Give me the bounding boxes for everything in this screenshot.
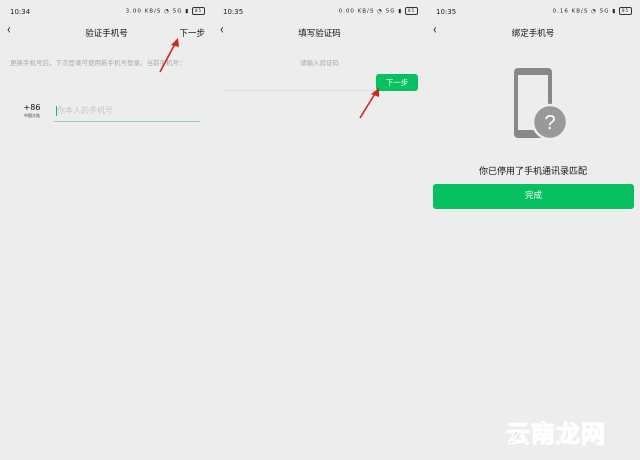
status-icons: 3.00 KB/S ◔ 5G ▮ 85 bbox=[126, 7, 205, 15]
wifi-icon: ◔ bbox=[591, 8, 597, 15]
status-bar: 10:34 3.00 KB/S ◔ 5G ▮ 85 bbox=[0, 0, 213, 22]
wifi-icon: ◔ bbox=[164, 8, 170, 15]
net-speed: 3.00 KB/S bbox=[125, 8, 162, 15]
signal-icon: ▮ bbox=[612, 8, 617, 15]
signal-label: 5G bbox=[172, 8, 183, 15]
net-speed: 0.16 KB/S bbox=[552, 8, 589, 15]
bind-phone-screen: 10:35 0.16 KB/S ◔ 5G ▮ 85 ‹ 绑定手机号 ? 你已停用… bbox=[426, 0, 640, 460]
text-caret bbox=[56, 106, 57, 116]
signal-icon: ▮ bbox=[185, 8, 190, 15]
next-step-button[interactable]: 下一步 bbox=[376, 74, 418, 91]
net-speed: 0.00 KB/S bbox=[338, 8, 375, 15]
country-code-selector[interactable]: +86 中国大陆 bbox=[22, 103, 42, 119]
battery-icon: 85 bbox=[619, 7, 632, 15]
status-icons: 0.16 KB/S ◔ 5G ▮ 85 bbox=[553, 7, 632, 15]
status-icons: 0.00 KB/S ◔ 5G ▮ 85 bbox=[339, 7, 418, 15]
verify-phone-screen: 10:34 3.00 KB/S ◔ 5G ▮ 85 ‹ 验证手机号 下一步 更换… bbox=[0, 0, 213, 460]
code-input[interactable]: 请输入验证码 bbox=[213, 57, 426, 67]
signal-label: 5G bbox=[385, 8, 396, 15]
status-bar: 10:35 0.16 KB/S ◔ 5G ▮ 85 bbox=[426, 0, 640, 22]
signal-label: 5G bbox=[599, 8, 610, 15]
hint-text: 更换手机号后，下次登录可使用新手机号登录。当前手机号： bbox=[10, 59, 186, 67]
status-time: 10:35 bbox=[436, 8, 457, 16]
phone-question-icon: ? bbox=[514, 68, 569, 141]
wifi-icon: ◔ bbox=[377, 8, 383, 15]
battery-icon: 85 bbox=[405, 7, 418, 15]
question-mark: ? bbox=[544, 112, 555, 134]
nav-bar: ‹ 填写验证码 bbox=[213, 22, 426, 44]
phone-input[interactable]: 你本人的手机号 bbox=[54, 102, 200, 122]
battery-icon: 85 bbox=[192, 7, 205, 15]
status-time: 10:35 bbox=[223, 8, 244, 16]
enter-code-screen: 10:35 0.00 KB/S ◔ 5G ▮ 85 ‹ 填写验证码 请输入验证码… bbox=[213, 0, 426, 460]
phone-placeholder: 你本人的手机号 bbox=[57, 106, 113, 115]
status-bar: 10:35 0.00 KB/S ◔ 5G ▮ 85 bbox=[213, 0, 426, 22]
next-step-link[interactable]: 下一步 bbox=[179, 27, 205, 39]
nav-bar: ‹ 绑定手机号 bbox=[426, 22, 640, 44]
page-title: 绑定手机号 bbox=[511, 29, 555, 39]
country-code: +86 bbox=[23, 103, 41, 112]
page-title: 填写验证码 bbox=[298, 29, 341, 39]
watermark-logo: 云南龙网 bbox=[506, 419, 606, 449]
nav-bar: ‹ 验证手机号 下一步 bbox=[0, 22, 213, 44]
country-name: 中国大陆 bbox=[24, 113, 40, 118]
status-message: 你已停用了手机通讯录匹配 bbox=[478, 167, 587, 177]
signal-icon: ▮ bbox=[398, 8, 403, 15]
code-input-underline bbox=[223, 90, 383, 91]
done-button[interactable]: 完成 bbox=[433, 184, 634, 209]
status-time: 10:34 bbox=[10, 8, 31, 16]
